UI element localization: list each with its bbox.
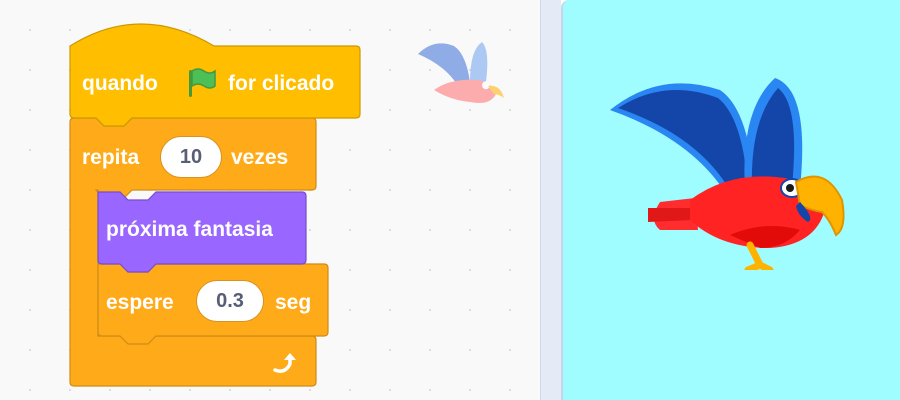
seconds-label: seg [275,291,312,314]
repeat-label: repita [82,146,140,169]
wait-label: espere [106,291,174,314]
panel-divider [541,0,561,400]
times-label: vezes [231,146,289,169]
wait-seconds-input[interactable]: 0.3 [196,280,264,322]
parrot-sprite[interactable] [600,70,850,270]
clicked-label: for clicado [228,72,335,95]
next-costume-label: próxima fantasia [106,218,273,241]
sprite-thumbnail[interactable] [410,34,510,114]
when-label: quando [82,72,158,95]
loop-arrow-icon [273,353,296,373]
repeat-count-input[interactable]: 10 [160,136,222,178]
green-flag-icon [189,68,216,97]
